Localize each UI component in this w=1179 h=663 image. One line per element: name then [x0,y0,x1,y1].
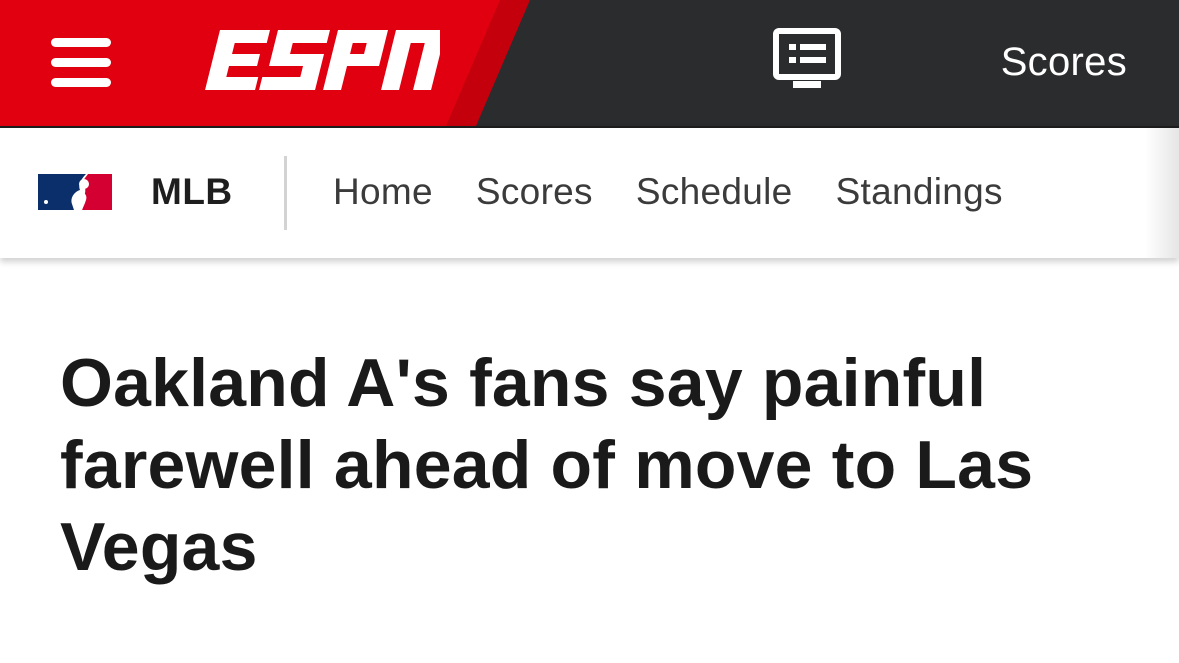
top-bar: Scores [0,0,1179,126]
scroll-fade [1145,128,1179,258]
watch-screen-icon[interactable] [773,28,841,90]
league-nav-links: Home Scores Schedule Standings [333,170,1046,214]
league-name[interactable]: MLB [151,170,233,214]
nav-schedule[interactable]: Schedule [636,170,793,214]
article-headline: Oakland A's fans say painful farewell ah… [60,345,1034,585]
hamburger-menu-icon[interactable] [51,38,111,88]
mlb-logo[interactable] [36,172,114,212]
nav-scores[interactable]: Scores [476,170,593,214]
league-subnav: MLB Home Scores Schedule Standings [0,126,1179,258]
nav-home[interactable]: Home [333,170,433,214]
nav-standings[interactable]: Standings [836,170,1003,214]
subnav-divider [284,156,287,230]
scores-link[interactable]: Scores [1001,38,1127,86]
espn-logo[interactable] [200,30,440,92]
